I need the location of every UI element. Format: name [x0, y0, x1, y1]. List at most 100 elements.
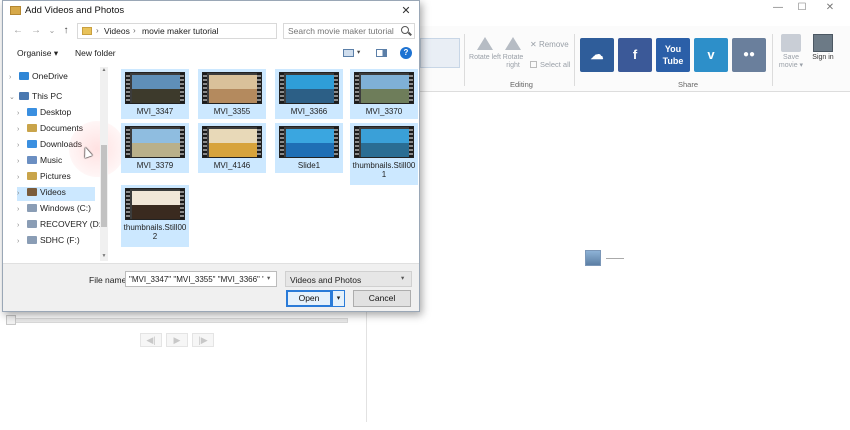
flickr-share-button[interactable]: ●●	[732, 38, 766, 72]
remove-label: Remove	[538, 40, 569, 49]
chevron-right-icon[interactable]: ›	[9, 74, 17, 81]
chevron-right-icon[interactable]: ›	[17, 174, 25, 181]
thumbnail-image	[132, 75, 180, 103]
onedrive-share-button[interactable]: ☁	[580, 38, 614, 72]
chevron-down-icon[interactable]: ▾	[357, 48, 360, 56]
film-strip-edge	[203, 127, 207, 157]
forward-arrow-icon[interactable]: →	[29, 24, 43, 38]
chevron-right-icon[interactable]: ›	[17, 126, 25, 133]
open-button[interactable]: Open	[286, 290, 332, 307]
chevron-down-icon[interactable]: ▾	[267, 274, 270, 282]
scroll-up-icon[interactable]: ▲	[100, 67, 108, 75]
file-type-select[interactable]: Videos and Photos	[285, 271, 412, 287]
film-strip-edge	[180, 127, 184, 157]
new-folder-button[interactable]: New folder	[75, 48, 116, 58]
chevron-right-icon[interactable]: ›	[17, 222, 25, 229]
back-arrow-icon[interactable]: ←	[11, 24, 25, 38]
organise-button[interactable]: Organise ▾	[17, 48, 58, 59]
preview-seek-bar[interactable]	[6, 318, 348, 323]
vimeo-icon: v	[707, 47, 715, 62]
sign-in-label: Sign in	[812, 54, 834, 61]
select-all-icon	[530, 61, 537, 68]
file-item[interactable]: thumbnails.Still002	[121, 185, 189, 247]
save-movie-button[interactable]: Save movie ▾	[774, 34, 808, 70]
file-name-input[interactable]	[125, 271, 277, 287]
file-item[interactable]: MVI_3379	[121, 123, 189, 173]
chevron-down-icon[interactable]: ⌄	[9, 93, 17, 101]
tree-item-windows-c[interactable]: › Windows (C:)	[17, 203, 95, 217]
file-item[interactable]: thumbnails.Still001	[350, 123, 418, 185]
breadcrumb-videos[interactable]: Videos	[104, 26, 130, 36]
onedrive-icon: ☁	[590, 47, 604, 62]
film-strip-edge	[409, 127, 413, 157]
app-close-button[interactable]: ✕	[820, 1, 840, 15]
film-strip-edge	[126, 73, 130, 103]
breadcrumb-movie-maker-tutorial[interactable]: movie maker tutorial	[142, 26, 219, 36]
recent-locations-icon[interactable]: ⌄	[45, 24, 59, 38]
storyboard-clip-icon[interactable]	[585, 250, 601, 266]
search-icon[interactable]	[401, 26, 409, 34]
file-item[interactable]: MVI_4146	[198, 123, 266, 173]
maximize-button[interactable]: ☐	[792, 1, 812, 15]
address-bar[interactable]: › Videos › movie maker tutorial ▾ ↻	[77, 23, 348, 39]
seek-handle[interactable]	[6, 315, 16, 325]
film-strip-edge	[334, 73, 338, 103]
rotate-right-label: Rotate right	[502, 54, 524, 69]
film-strip-edge	[180, 73, 184, 103]
tree-item-onedrive[interactable]: › OneDrive	[9, 71, 95, 85]
next-frame-button[interactable]: |▶	[192, 333, 214, 347]
scrollbar-thumb[interactable]	[101, 145, 107, 227]
vimeo-share-button[interactable]: v	[694, 38, 728, 72]
folder-icon	[27, 220, 37, 228]
change-view-icon[interactable]	[343, 49, 354, 57]
file-name: MVI_3347	[136, 107, 174, 116]
cancel-button[interactable]: Cancel	[353, 290, 411, 307]
tree-item-this-pc[interactable]: ⌄ This PC	[9, 91, 95, 105]
file-item[interactable]: MVI_3366	[275, 69, 343, 119]
up-arrow-icon[interactable]: ↑	[59, 24, 73, 38]
file-item[interactable]: MVI_3370	[350, 69, 418, 119]
video-thumbnail	[354, 72, 414, 104]
tree-item-sdhc-f[interactable]: › SDHC (F:)	[17, 235, 95, 249]
facebook-share-button[interactable]: f	[618, 38, 652, 72]
search-input[interactable]	[283, 23, 415, 39]
preview-pane-icon[interactable]	[376, 49, 387, 57]
select-all-button[interactable]: Select all	[530, 60, 570, 69]
tree-item-videos[interactable]: › Videos	[17, 187, 95, 201]
chevron-right-icon[interactable]: ›	[17, 110, 25, 117]
dialog-titlebar[interactable]: Add Videos and Photos ✕	[3, 1, 419, 21]
file-item[interactable]: MVI_3355	[198, 69, 266, 119]
chevron-right-icon[interactable]: ›	[17, 206, 25, 213]
play-button[interactable]: ▶	[166, 333, 188, 347]
file-item[interactable]: Slide1	[275, 123, 343, 173]
scroll-down-icon[interactable]: ▼	[100, 253, 108, 261]
help-icon[interactable]: ?	[400, 47, 412, 59]
add-videos-dialog: Add Videos and Photos ✕ ← → ⌄ ↑ › Videos…	[2, 0, 420, 312]
thumbnail-image	[209, 75, 257, 103]
folder-icon	[19, 92, 29, 100]
close-icon[interactable]: ✕	[397, 3, 415, 19]
chevron-right-icon[interactable]: ›	[17, 142, 25, 149]
save-movie-icon	[781, 34, 801, 52]
ribbon-separator	[464, 34, 465, 86]
chevron-right-icon[interactable]: ›	[17, 158, 25, 165]
sign-in-button[interactable]: Sign in	[806, 34, 840, 62]
tree-item-recovery-d[interactable]: › RECOVERY (D:)	[17, 219, 104, 233]
file-item[interactable]: MVI_3347	[121, 69, 189, 119]
minimize-button[interactable]: —	[768, 1, 788, 15]
tree-item-desktop[interactable]: › Desktop	[17, 107, 95, 121]
chevron-right-icon[interactable]: ›	[17, 238, 25, 245]
folder-icon	[27, 188, 37, 196]
previous-frame-button[interactable]: ◀|	[140, 333, 162, 347]
facebook-icon: f	[632, 47, 638, 62]
chevron-down-icon[interactable]: ▾	[401, 274, 404, 282]
remove-button[interactable]: ✕ Remove	[530, 40, 569, 49]
rotate-right-button[interactable]: Rotate right	[496, 34, 530, 70]
chevron-right-icon[interactable]: ›	[17, 190, 25, 197]
ribbon-separator	[574, 34, 575, 86]
theme-thumbnail[interactable]	[420, 38, 460, 68]
youtube-share-button[interactable]: You Tube	[656, 38, 690, 72]
video-thumbnail	[125, 126, 185, 158]
film-strip-edge	[334, 127, 338, 157]
open-options-button[interactable]: ▾	[332, 290, 345, 307]
